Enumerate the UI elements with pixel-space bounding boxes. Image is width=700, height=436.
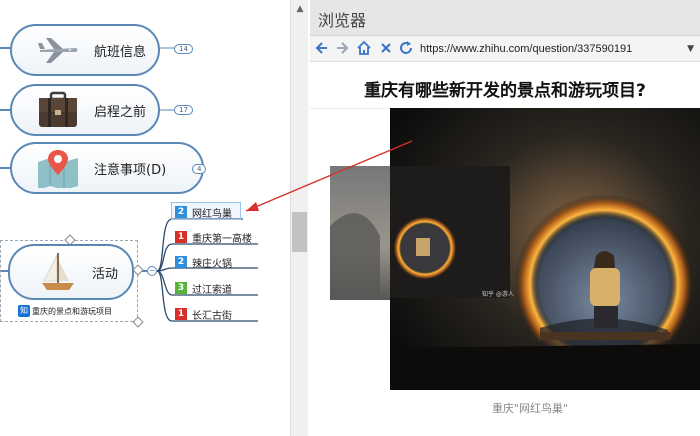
- app-window: 航班信息 14 启程之前 17 注意事项(D) 4 活动 知 重庆的景点和游玩项…: [0, 0, 700, 436]
- link-arrow: [245, 140, 413, 212]
